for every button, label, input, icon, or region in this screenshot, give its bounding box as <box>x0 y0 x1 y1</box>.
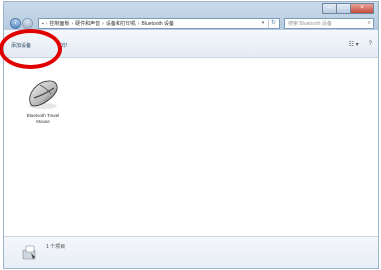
address-bar[interactable]: ▪ › 控制面板 › 硬件和声音 › 设备和打印机 › Bluetooth 设备… <box>38 18 280 29</box>
breadcrumb-devices-printers[interactable]: 设备和打印机 <box>106 20 136 27</box>
view-options-button[interactable]: ☷ ▾ <box>349 41 359 48</box>
chevron-down-icon[interactable]: ▾ <box>259 19 267 28</box>
breadcrumb-separator: › <box>102 20 104 27</box>
device-list: Bluetooth Travel Mouse <box>4 58 378 238</box>
forward-arrow-icon: › <box>26 20 29 27</box>
breadcrumb-hardware-sound[interactable]: 硬件和声音 <box>75 20 100 27</box>
navigation-row: ‹ › ▪ › 控制面板 › 硬件和声音 › 设备和打印机 › Bluetoot… <box>8 18 374 29</box>
back-arrow-icon: ‹ <box>14 20 17 27</box>
command-bar: 添加设备 打印 ☷ ▾ ? <box>4 30 378 58</box>
device-label: Bluetooth Travel Mouse <box>26 113 60 124</box>
print-button[interactable]: 打印 <box>57 42 67 51</box>
explorer-window: – □ × ‹ › ▪ › 控制面板 › 硬件和声音 › 设备和打印机 › Bl… <box>3 1 379 269</box>
breadcrumb-separator: › <box>71 20 74 27</box>
computer-icon: ▪ <box>42 20 44 27</box>
device-item[interactable]: Bluetooth Travel Mouse <box>22 78 64 125</box>
search-icon[interactable]: ⌕ <box>368 20 371 27</box>
search-input[interactable]: 搜索 Bluetooth 设备 <box>288 20 332 27</box>
bluetooth-device-icon <box>22 245 36 260</box>
refresh-icon[interactable]: ↻ <box>268 19 278 28</box>
title-bar: – □ × ‹ › ▪ › 控制面板 › 硬件和声音 › 设备和打印机 › Bl… <box>4 2 378 30</box>
maximize-button[interactable]: □ <box>336 3 350 14</box>
breadcrumb-control-panel[interactable]: 控制面板 <box>49 20 69 27</box>
breadcrumb-separator: › <box>137 20 140 27</box>
item-count: 1 个项目 <box>46 244 66 250</box>
help-icon[interactable]: ? <box>369 41 372 48</box>
mouse-icon <box>29 80 58 109</box>
forward-button[interactable]: › <box>22 18 33 29</box>
minimize-button[interactable]: – <box>322 3 336 14</box>
back-button[interactable]: ‹ <box>10 18 21 29</box>
details-pane: 1 个项目 <box>4 236 378 268</box>
toolbar-right: ☷ ▾ ? <box>349 41 372 48</box>
close-button[interactable]: × <box>350 3 374 14</box>
breadcrumb-separator: › <box>45 20 48 27</box>
add-device-button[interactable]: 添加设备 <box>11 42 31 51</box>
breadcrumb-bluetooth-devices[interactable]: Bluetooth 设备 <box>142 20 175 27</box>
caption-buttons: – □ × <box>322 3 374 14</box>
search-box[interactable]: 搜索 Bluetooth 设备 ⌕ <box>284 18 374 29</box>
